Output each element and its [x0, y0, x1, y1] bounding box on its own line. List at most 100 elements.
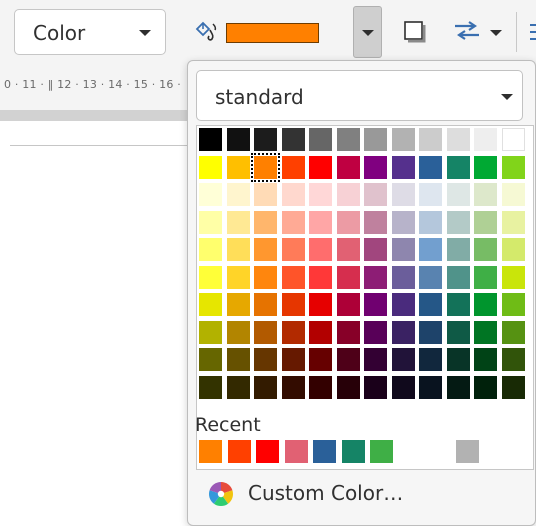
color-swatch[interactable] [474, 128, 497, 151]
color-swatch[interactable] [501, 210, 525, 234]
color-swatch[interactable] [474, 320, 497, 344]
recent-color-swatch[interactable] [227, 440, 251, 463]
color-swatch[interactable] [419, 375, 442, 399]
color-swatch[interactable] [309, 320, 332, 344]
recent-color-swatch[interactable] [455, 440, 479, 463]
color-swatch[interactable] [474, 265, 497, 289]
color-swatch[interactable] [254, 375, 277, 399]
color-swatch[interactable] [309, 210, 332, 234]
color-swatch[interactable] [199, 183, 222, 206]
color-swatch[interactable] [226, 375, 250, 399]
color-swatch[interactable] [226, 348, 250, 371]
color-swatch[interactable] [336, 183, 360, 206]
color-swatch[interactable] [446, 265, 470, 289]
color-swatch[interactable] [226, 320, 250, 344]
color-swatch[interactable] [419, 238, 442, 261]
paint-bucket-icon[interactable] [194, 20, 220, 44]
color-swatch[interactable] [391, 238, 415, 261]
color-swatch[interactable] [336, 293, 360, 316]
color-swatch[interactable] [309, 128, 332, 151]
color-swatch[interactable] [336, 128, 360, 151]
color-swatch[interactable] [254, 183, 277, 206]
color-swatch[interactable] [446, 183, 470, 206]
color-swatch[interactable] [446, 320, 470, 344]
color-swatch[interactable] [446, 375, 470, 399]
color-swatch[interactable] [364, 210, 387, 234]
recent-color-swatch[interactable] [284, 440, 308, 463]
color-swatch[interactable] [501, 320, 525, 344]
color-swatch[interactable] [419, 320, 442, 344]
color-swatch[interactable] [501, 128, 525, 151]
color-swatch[interactable] [474, 375, 497, 399]
color-swatch[interactable] [281, 265, 305, 289]
color-swatch[interactable] [336, 348, 360, 371]
recent-color-swatch[interactable] [370, 440, 393, 463]
color-swatch[interactable] [474, 238, 497, 261]
color-swatch[interactable] [254, 265, 277, 289]
color-swatch[interactable] [254, 348, 277, 371]
horizontal-ruler[interactable]: 0 · 11 · ‖ 12 · 13 · 14 · 15 · 16 · [0, 66, 190, 110]
color-swatch[interactable] [254, 128, 277, 151]
color-swatch[interactable] [391, 128, 415, 151]
color-swatch[interactable] [474, 293, 497, 316]
color-swatch[interactable] [364, 293, 387, 316]
color-swatch[interactable] [364, 183, 387, 206]
color-swatch[interactable] [281, 183, 305, 206]
color-swatch[interactable] [336, 320, 360, 344]
color-swatch[interactable] [474, 183, 497, 206]
color-swatch[interactable] [309, 348, 332, 371]
color-swatch[interactable] [364, 320, 387, 344]
color-swatch[interactable] [364, 348, 387, 371]
shadow-icon[interactable] [403, 19, 429, 45]
color-swatch[interactable] [254, 238, 277, 261]
color-swatch[interactable] [501, 265, 525, 289]
color-swatch[interactable] [254, 293, 277, 316]
color-swatch[interactable] [199, 210, 222, 234]
color-swatch[interactable] [446, 293, 470, 316]
recent-color-swatch[interactable] [341, 440, 365, 463]
color-swatch[interactable] [391, 155, 415, 179]
color-swatch[interactable] [419, 183, 442, 206]
color-swatch[interactable] [364, 375, 387, 399]
color-swatch[interactable] [254, 320, 277, 344]
fill-color-dropdown-button[interactable] [353, 6, 382, 58]
color-swatch[interactable] [391, 348, 415, 371]
color-swatch[interactable] [501, 348, 525, 371]
color-swatch[interactable] [226, 155, 250, 179]
color-swatch[interactable] [419, 265, 442, 289]
color-swatch[interactable] [336, 265, 360, 289]
color-swatch[interactable] [199, 155, 222, 179]
color-swatch[interactable] [391, 183, 415, 206]
color-swatch[interactable] [364, 265, 387, 289]
color-swatch[interactable] [226, 183, 250, 206]
color-swatch[interactable] [309, 238, 332, 261]
color-swatch[interactable] [226, 293, 250, 316]
color-swatch[interactable] [226, 210, 250, 234]
color-swatch[interactable] [446, 128, 470, 151]
color-swatch[interactable] [336, 238, 360, 261]
color-swatch[interactable] [254, 210, 277, 234]
color-swatch[interactable] [309, 183, 332, 206]
color-swatch[interactable] [391, 293, 415, 316]
color-swatch[interactable] [281, 348, 305, 371]
color-swatch[interactable] [226, 238, 250, 261]
color-swatch[interactable] [336, 210, 360, 234]
color-swatch[interactable] [336, 155, 360, 179]
color-swatch[interactable] [391, 265, 415, 289]
color-swatch[interactable] [281, 128, 305, 151]
color-swatch[interactable] [501, 155, 525, 179]
color-swatch[interactable] [419, 293, 442, 316]
color-swatch[interactable] [281, 238, 305, 261]
document-canvas[interactable] [0, 121, 190, 526]
color-swatch[interactable] [199, 293, 222, 316]
color-swatch[interactable] [364, 155, 387, 179]
color-swatch[interactable] [419, 128, 442, 151]
color-swatch[interactable] [336, 375, 360, 399]
color-swatch[interactable] [419, 155, 442, 179]
color-swatch[interactable] [309, 293, 332, 316]
recent-color-swatch[interactable] [199, 440, 222, 463]
color-swatch[interactable] [419, 210, 442, 234]
color-swatch[interactable] [281, 293, 305, 316]
arrange-icon[interactable] [452, 20, 482, 42]
color-swatch[interactable] [501, 375, 525, 399]
